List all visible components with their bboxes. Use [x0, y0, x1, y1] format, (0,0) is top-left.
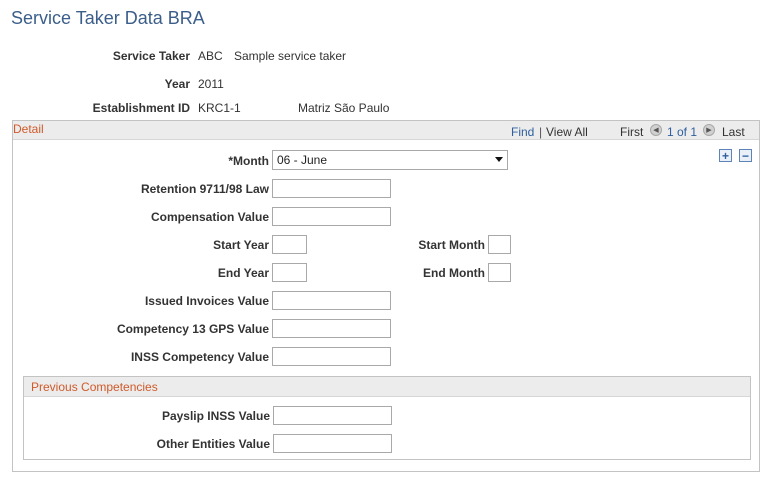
compensation-label: Compensation Value — [150, 210, 269, 224]
first-label: First — [620, 125, 644, 139]
service-taker-desc: Sample service taker — [234, 49, 347, 63]
start-year-label: Start Year — [213, 238, 269, 252]
service-taker-code: ABC — [198, 49, 223, 63]
compensation-input[interactable] — [272, 207, 391, 226]
previous-row-icon[interactable]: ◀ — [650, 124, 662, 136]
view-all-link[interactable]: View All — [546, 125, 588, 139]
establishment-code: KRC1-1 — [198, 101, 241, 115]
detail-panel-header — [13, 121, 759, 140]
retention-input[interactable] — [272, 179, 391, 198]
payslip-inss-input[interactable] — [273, 406, 392, 425]
issued-invoices-input[interactable] — [272, 291, 391, 310]
page-title: Service Taker Data BRA — [11, 8, 205, 28]
retention-label: Retention 9711/98 Law — [140, 182, 269, 196]
establishment-label: Establishment ID — [92, 101, 190, 115]
month-select[interactable]: 06 - June — [272, 150, 508, 170]
competency13-input[interactable] — [272, 319, 391, 338]
inss-competency-input[interactable] — [272, 347, 391, 366]
issued-invoices-label: Issued Invoices Value — [144, 294, 269, 308]
delete-row-button[interactable]: − — [739, 149, 752, 162]
start-year-input[interactable] — [272, 235, 307, 254]
year-label: Year — [164, 77, 190, 91]
year-value: 2011 — [198, 77, 224, 91]
end-month-label: End Month — [423, 266, 485, 280]
add-row-button[interactable]: + — [719, 149, 732, 162]
dropdown-arrow-icon — [495, 157, 503, 162]
start-month-input[interactable] — [488, 235, 511, 254]
next-row-icon[interactable]: ▶ — [703, 124, 715, 136]
page-info: 1 of 1 — [667, 125, 698, 139]
start-month-label: Start Month — [418, 238, 485, 252]
inss-competency-label: INSS Competency Value — [130, 350, 269, 364]
end-year-label: End Year — [217, 266, 269, 280]
last-label: Last — [722, 125, 745, 139]
payslip-inss-label: Payslip INSS Value — [161, 409, 270, 423]
nav-separator: | — [539, 125, 543, 139]
other-entities-input[interactable] — [273, 434, 392, 453]
month-select-value: 06 - June — [277, 153, 328, 167]
end-year-input[interactable] — [272, 263, 307, 282]
competency13-label: Competency 13 GPS Value — [116, 322, 269, 336]
other-entities-label: Other Entities Value — [156, 437, 270, 451]
service-taker-label: Service Taker — [112, 49, 190, 63]
establishment-desc: Matriz São Paulo — [298, 101, 390, 115]
detail-title: Detail — [13, 122, 44, 136]
end-month-input[interactable] — [488, 263, 511, 282]
month-label: *Month — [228, 154, 269, 168]
find-link[interactable]: Find — [511, 125, 534, 139]
previous-competencies-title: Previous Competencies — [31, 380, 158, 394]
